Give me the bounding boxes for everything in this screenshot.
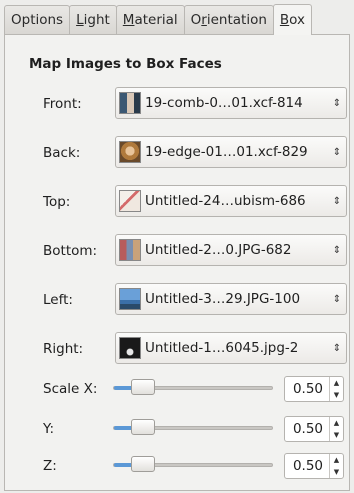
left-image-value: Untitled-3…29.JPG-100 bbox=[145, 291, 301, 307]
combo-arrows-icon: ⇕ bbox=[332, 293, 342, 305]
bottom-label: Bottom: bbox=[43, 243, 98, 259]
tab-orientation-prefix: O bbox=[190, 12, 202, 28]
scale-y-spinbutton[interactable]: 0.50 ▲ ▼ bbox=[284, 416, 344, 442]
tab-light[interactable]: Light bbox=[69, 5, 117, 34]
tab-box-mnemonic: B bbox=[279, 12, 290, 28]
tab-options[interactable]: Options bbox=[4, 5, 71, 34]
scale-z-label: Z: bbox=[43, 458, 57, 474]
tab-options-label: Options bbox=[11, 12, 64, 28]
drawing-thumbnail-icon bbox=[119, 190, 141, 212]
scale-y-handle[interactable] bbox=[131, 419, 155, 435]
section-title: Map Images to Box Faces bbox=[29, 56, 222, 72]
notebook-tabs: Options Light Material Or ientation Box bbox=[4, 4, 313, 35]
right-label: Right: bbox=[43, 341, 84, 357]
combo-arrows-icon: ⇕ bbox=[332, 146, 342, 158]
top-image-value: Untitled-24…ubism-686 bbox=[145, 193, 306, 209]
right-image-combo[interactable]: Untitled-1…6045.jpg-2 ⇕ bbox=[115, 332, 347, 364]
spin-arrows: ▲ ▼ bbox=[329, 454, 343, 478]
scale-z-handle[interactable] bbox=[131, 456, 155, 472]
top-image-combo[interactable]: Untitled-24…ubism-686 ⇕ bbox=[115, 185, 347, 217]
top-label: Top: bbox=[43, 194, 71, 210]
combo-arrows-icon: ⇕ bbox=[332, 195, 342, 207]
tab-light-label: ight bbox=[83, 12, 110, 28]
tab-orientation-label: ientation bbox=[206, 12, 267, 28]
back-image-value: 19-edge-01…01.xcf-829 bbox=[145, 144, 308, 160]
back-image-combo[interactable]: 19-edge-01…01.xcf-829 ⇕ bbox=[115, 136, 347, 168]
night-thumbnail-icon bbox=[119, 337, 141, 359]
spin-down-icon[interactable]: ▼ bbox=[330, 466, 343, 478]
front-label: Front: bbox=[43, 96, 82, 112]
combo-arrows-icon: ⇕ bbox=[332, 244, 342, 256]
spin-arrows: ▲ ▼ bbox=[329, 417, 343, 441]
scale-y-label: Y: bbox=[43, 421, 55, 437]
spin-up-icon[interactable]: ▲ bbox=[330, 417, 343, 429]
spin-arrows: ▲ ▼ bbox=[329, 377, 343, 401]
scale-z-slider[interactable] bbox=[113, 456, 273, 472]
tab-material-mnemonic: M bbox=[122, 12, 135, 28]
spin-up-icon[interactable]: ▲ bbox=[330, 377, 343, 389]
tab-box-label: ox bbox=[289, 12, 306, 28]
scale-x-value[interactable]: 0.50 bbox=[285, 381, 329, 397]
scale-y-value[interactable]: 0.50 bbox=[285, 421, 329, 437]
scale-z-value[interactable]: 0.50 bbox=[285, 458, 329, 474]
photo-thumbnail-icon bbox=[119, 239, 141, 261]
left-image-combo[interactable]: Untitled-3…29.JPG-100 ⇕ bbox=[115, 283, 347, 315]
spin-down-icon[interactable]: ▼ bbox=[330, 429, 343, 441]
tab-box[interactable]: Box bbox=[272, 4, 313, 35]
scale-x-spinbutton[interactable]: 0.50 ▲ ▼ bbox=[284, 376, 344, 402]
scale-y-slider[interactable] bbox=[113, 419, 273, 435]
scale-x-handle[interactable] bbox=[131, 379, 155, 395]
spin-down-icon[interactable]: ▼ bbox=[330, 389, 343, 401]
combo-arrows-icon: ⇕ bbox=[332, 97, 342, 109]
scale-z-spinbutton[interactable]: 0.50 ▲ ▼ bbox=[284, 453, 344, 479]
front-image-combo[interactable]: 19-comb-0…01.xcf-814 ⇕ bbox=[115, 87, 347, 119]
combo-arrows-icon: ⇕ bbox=[332, 342, 342, 354]
tab-light-mnemonic: L bbox=[76, 12, 84, 28]
face-thumbnail-icon bbox=[119, 141, 141, 163]
tab-material[interactable]: Material bbox=[115, 5, 185, 34]
right-image-value: Untitled-1…6045.jpg-2 bbox=[145, 340, 299, 356]
front-image-value: 19-comb-0…01.xcf-814 bbox=[145, 95, 303, 111]
back-label: Back: bbox=[43, 145, 81, 161]
spin-up-icon[interactable]: ▲ bbox=[330, 454, 343, 466]
landscape-thumbnail-icon bbox=[119, 288, 141, 310]
tab-orientation[interactable]: Or ientation bbox=[183, 5, 274, 34]
portrait-thumbnail-icon bbox=[119, 92, 141, 114]
bottom-image-combo[interactable]: Untitled-2…0.JPG-682 ⇕ bbox=[115, 234, 347, 266]
tab-material-label: aterial bbox=[134, 12, 178, 28]
bottom-image-value: Untitled-2…0.JPG-682 bbox=[145, 242, 292, 258]
scale-x-label: Scale X: bbox=[43, 381, 98, 397]
left-label: Left: bbox=[43, 292, 73, 308]
scale-x-slider[interactable] bbox=[113, 379, 273, 395]
